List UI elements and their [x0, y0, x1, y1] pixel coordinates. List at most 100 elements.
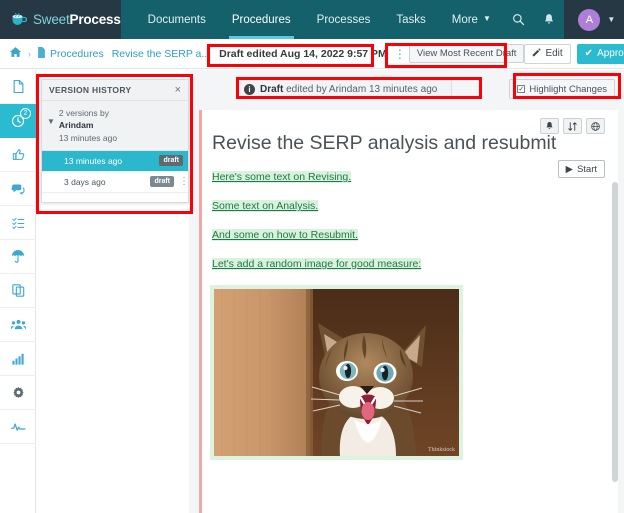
version-row-current-label: 13 minutes ago: [64, 155, 123, 166]
umbrella-icon: [11, 250, 25, 263]
brand-process: Process: [69, 12, 121, 27]
edit-button[interactable]: Edit: [524, 43, 571, 64]
copy-icon: [11, 284, 24, 297]
version-row-current[interactable]: 13 minutes ago draft: [42, 150, 188, 172]
highlight-changes-label: Highlight Changes: [529, 83, 607, 95]
search-icon[interactable]: [504, 0, 534, 39]
nav-tab-more-label: More: [451, 13, 478, 26]
rail-item-document[interactable]: [0, 70, 36, 104]
bell-icon: [546, 122, 553, 130]
nav-tab-processes[interactable]: Processes: [304, 0, 384, 39]
chevron-down-icon: ▼: [607, 15, 616, 24]
user-menu[interactable]: A ▼: [563, 0, 624, 39]
breadcrumb-kebab-menu[interactable]: ⋮: [394, 48, 406, 60]
image-watermark: Thinkstock: [428, 447, 455, 453]
breadcrumb-bar: › Procedures Revise the SERP a... Draft …: [0, 39, 624, 69]
version-row-older-label: 3 days ago: [64, 176, 106, 187]
draft-edited-stamp: Draft edited Aug 14, 2022 9:57 PM: [219, 47, 387, 60]
nav-tab-documents[interactable]: Documents: [135, 0, 219, 39]
play-icon: ▶: [565, 163, 573, 175]
view-most-recent-draft-button[interactable]: View Most Recent Draft: [408, 44, 525, 63]
breadcrumb-procedures[interactable]: Procedures: [50, 48, 104, 60]
paragraph-1: Here's some text on Revising.: [212, 171, 352, 183]
version-group-author: Arindam: [58, 120, 94, 131]
brand-sweet: Sweet: [33, 12, 70, 27]
sort-icon: [568, 121, 577, 131]
rail-item-settings[interactable]: [0, 376, 36, 410]
approve-button[interactable]: ✔ Approve: [576, 43, 624, 64]
version-history-panel: VERSION HISTORY × ▼ 2 versions by Arinda…: [41, 79, 189, 203]
comments-icon: [11, 183, 25, 195]
chevron-down-icon: ▼: [47, 117, 55, 126]
paragraph-2: Some text on Analysis.: [212, 200, 319, 212]
app-root: SweetProcess Documents Procedures Proces…: [0, 0, 624, 513]
rail-item-tasks[interactable]: [0, 206, 36, 240]
rail-item-duplicate[interactable]: [0, 274, 36, 308]
breadcrumb-actions: Edit ✔ Approve ▼: [524, 43, 624, 64]
notifications-bell-icon[interactable]: [534, 0, 564, 39]
breadcrumb-current[interactable]: Revise the SERP a...: [112, 48, 210, 60]
checklist-icon: [11, 217, 24, 229]
version-history-title: VERSION HISTORY: [49, 85, 132, 95]
thumbs-up-icon: [12, 149, 24, 160]
gear-icon: [12, 386, 24, 399]
rail-item-policies[interactable]: [0, 240, 36, 274]
sweetprocess-cup-icon: [12, 13, 28, 25]
page-title: Revise the SERP analysis and resubmit: [212, 132, 557, 154]
version-row-current-tag: draft: [159, 155, 183, 167]
version-row-older-tag: draft: [150, 176, 174, 188]
left-icon-rail: 2: [0, 70, 36, 513]
paragraph-3: And some on how to Resubmit.: [212, 229, 358, 241]
embedded-image-highlight: Thinkstock: [210, 285, 463, 460]
info-icon: i: [244, 83, 255, 95]
version-row-kebab-menu[interactable]: ⋮: [179, 176, 189, 186]
nav-tab-documents-label: Documents: [147, 13, 206, 26]
version-history-footer-spacer: [42, 192, 188, 202]
globe-button[interactable]: [586, 118, 605, 134]
activity-pulse-icon: [10, 422, 26, 431]
sort-button[interactable]: [563, 118, 582, 134]
kitten-illustration: [214, 289, 459, 456]
draft-notice-banner: i Draft edited by Arindam 13 minutes ago: [236, 79, 452, 99]
start-label: Start: [576, 163, 597, 175]
brand-logo-area[interactable]: SweetProcess: [0, 0, 121, 39]
nav-tab-processes-label: Processes: [316, 13, 371, 26]
rail-item-activity[interactable]: [0, 410, 36, 444]
version-row-older[interactable]: 3 days ago draft ⋮: [42, 172, 189, 193]
globe-icon: [591, 121, 600, 131]
approve-label: Approve: [597, 48, 624, 59]
nav-tab-more[interactable]: More ▼: [439, 0, 504, 39]
rail-item-teams[interactable]: [0, 308, 36, 342]
nav-right-group: A ▼: [504, 0, 624, 39]
version-history-badge: 2: [20, 108, 31, 119]
version-group-lines: 2 versions by Arindam 13 minutes ago: [59, 107, 117, 144]
home-icon[interactable]: [9, 46, 22, 61]
view-most-recent-draft-label: View Most Recent Draft: [416, 48, 517, 59]
rail-item-version-history[interactable]: 2: [0, 104, 36, 138]
brand-text: SweetProcess: [33, 12, 121, 27]
draft-notice-rest: edited by Arindam 13 minutes ago: [283, 83, 438, 95]
rail-item-comments[interactable]: [0, 172, 36, 206]
close-icon[interactable]: ×: [175, 84, 181, 96]
draft-notice-text: Draft edited by Arindam 13 minutes ago: [260, 84, 437, 95]
pencil-icon: [532, 47, 542, 60]
nav-tab-procedures[interactable]: Procedures: [219, 0, 304, 39]
main-content-area: i Draft edited by Arindam 13 minutes ago…: [189, 70, 624, 513]
version-group-header[interactable]: ▼ 2 versions by Arindam 13 minutes ago: [42, 101, 188, 151]
document-body: Revise the SERP analysis and resubmit ▶ …: [199, 110, 618, 513]
bar-chart-icon: [11, 353, 24, 365]
highlight-changes-toggle[interactable]: ✓ Highlight Changes: [509, 79, 615, 99]
document-scrollbar[interactable]: [612, 182, 618, 482]
rail-item-approvals[interactable]: [0, 138, 36, 172]
nav-tab-tasks[interactable]: Tasks: [383, 0, 438, 39]
version-history-header: VERSION HISTORY ×: [42, 80, 188, 101]
start-button[interactable]: ▶ Start: [557, 160, 605, 178]
top-navigation-bar: SweetProcess Documents Procedures Proces…: [0, 0, 624, 39]
approve-group: ✔ Approve ▼: [576, 43, 624, 64]
rail-item-analytics[interactable]: [0, 342, 36, 376]
version-group-count: 2 versions by: [58, 108, 110, 118]
edit-label: Edit: [545, 48, 563, 59]
nav-tab-tasks-label: Tasks: [396, 13, 426, 26]
document-icon: [37, 46, 46, 61]
nav-items: Documents Procedures Processes Tasks Mor…: [121, 0, 504, 39]
